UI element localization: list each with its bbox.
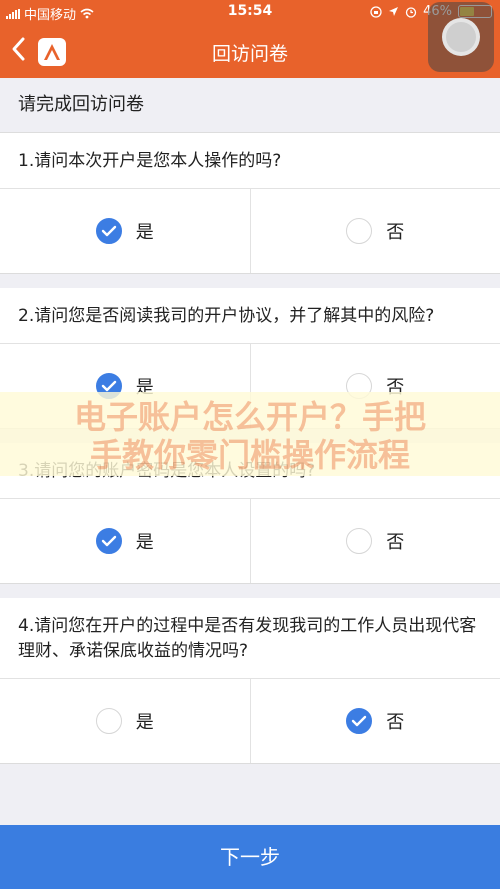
radio-unchecked-icon [346, 218, 373, 244]
radio-unchecked-icon [346, 373, 373, 399]
question-list: 1.请问本次开户是您本人操作的吗? 是 否 2.请问您是否阅读我司的开户协议，并… [0, 133, 500, 764]
option-yes[interactable]: 是 [0, 679, 250, 763]
radio-unchecked-icon [95, 708, 122, 734]
option-label: 是 [135, 712, 154, 733]
option-label: 是 [135, 377, 154, 398]
question-block: 1.请问本次开户是您本人操作的吗? 是 否 [0, 133, 500, 274]
option-yes[interactable]: 是 [0, 344, 250, 428]
radio-checked-icon [95, 528, 122, 554]
option-no[interactable]: 否 [249, 499, 500, 583]
question-text: 4.请问您在开户的过程中是否有发现我司的工作人员出现代客理财、承诺保底收益的情况… [0, 598, 500, 679]
alarm-icon [405, 6, 417, 18]
screen-lock-icon [370, 5, 382, 18]
radio-checked-icon [95, 373, 122, 399]
option-yes[interactable]: 是 [0, 499, 250, 583]
page-title: 回访问卷 [211, 43, 288, 65]
radio-unchecked-icon [346, 528, 373, 554]
question-text: 2.请问您是否阅读我司的开户协议，并了解其中的风险? [0, 288, 500, 344]
radio-checked-icon [346, 708, 373, 734]
option-label: 否 [386, 712, 405, 733]
option-label: 是 [135, 222, 154, 243]
question-text: 1.请问本次开户是您本人操作的吗? [0, 133, 500, 189]
option-no[interactable]: 否 [249, 679, 500, 763]
options-row: 是 否 [0, 499, 500, 584]
options-row: 是 否 [0, 344, 500, 429]
option-label: 否 [386, 532, 405, 553]
option-label: 否 [386, 377, 405, 398]
question-block: 4.请问您在开户的过程中是否有发现我司的工作人员出现代客理财、承诺保底收益的情况… [0, 598, 500, 764]
options-row: 是 否 [0, 679, 500, 764]
nav-bar: 回访问卷 [0, 24, 500, 78]
section-title: 请完成回访问卷 [0, 78, 500, 133]
location-icon [389, 7, 399, 16]
option-label: 否 [386, 222, 405, 243]
question-text: 3.请问您的账户密码是您本人设置的吗? [0, 443, 500, 499]
option-label: 是 [135, 532, 154, 553]
question-block: 2.请问您是否阅读我司的开户协议，并了解其中的风险? 是 否 [0, 288, 500, 429]
option-yes[interactable]: 是 [0, 189, 250, 273]
option-no[interactable]: 否 [249, 344, 500, 428]
options-row: 是 否 [0, 189, 500, 274]
status-bar: 中国移动 15:54 46% [0, 0, 500, 24]
radio-checked-icon [95, 218, 122, 244]
next-button[interactable]: 下一步 [0, 825, 500, 889]
assistive-touch-button[interactable] [428, 2, 494, 72]
question-block: 3.请问您的账户密码是您本人设置的吗? 是 否 [0, 443, 500, 584]
option-no[interactable]: 否 [249, 189, 500, 273]
